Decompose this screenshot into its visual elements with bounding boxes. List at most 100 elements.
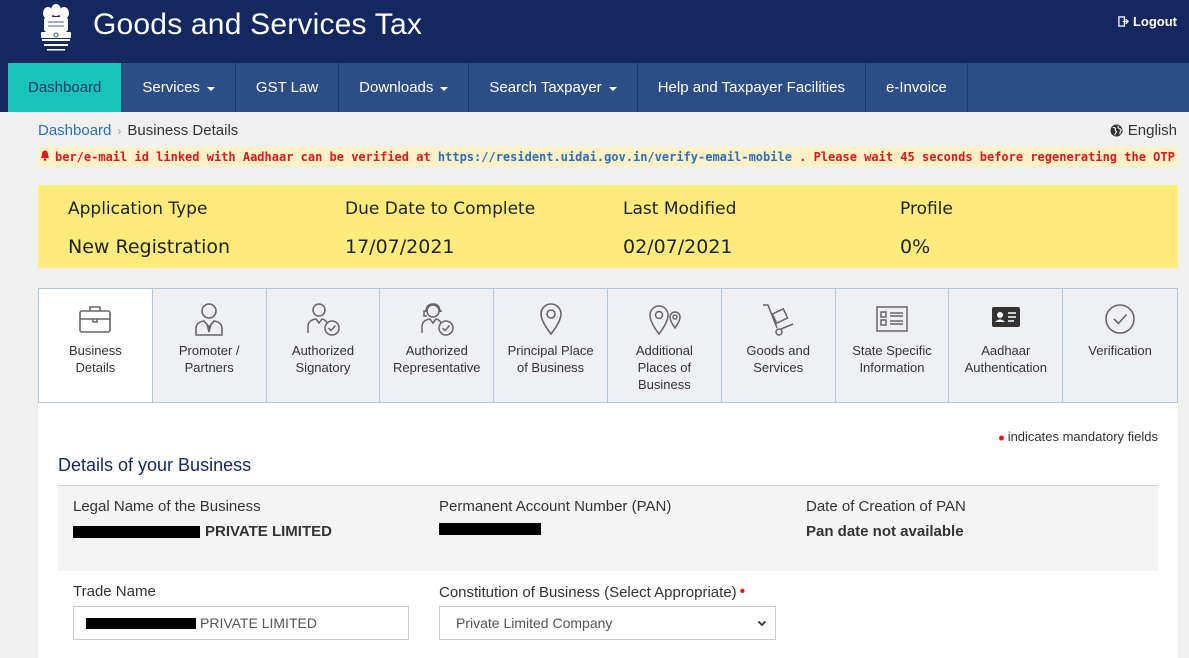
tab-label: Additional Places of Business bbox=[635, 343, 693, 392]
breadcrumb: Dashboard › Business Details bbox=[38, 122, 238, 139]
legal-name-column: Legal Name of the Business PRIVATE LIMIT… bbox=[73, 498, 332, 540]
nav-left-strip bbox=[0, 63, 8, 112]
section-title: Details of your Business bbox=[58, 455, 252, 475]
chevron-down-icon bbox=[757, 620, 767, 627]
logout-button[interactable]: Logout bbox=[1118, 14, 1177, 29]
nav-filler bbox=[967, 63, 1189, 112]
profile-value: 0% bbox=[900, 236, 931, 258]
pan-value bbox=[439, 523, 671, 535]
business-details-panel: • indicates mandatory fields Details of y… bbox=[38, 403, 1178, 658]
constitution-selected-value: Private Limited Company bbox=[456, 615, 613, 631]
tab-goods-services[interactable]: Goods and Services bbox=[722, 289, 836, 402]
bell-icon bbox=[40, 147, 50, 167]
trade-name-input[interactable]: PRIVATE LIMITED bbox=[73, 606, 409, 640]
nav-search-taxpayer-label: Search Taxpayer bbox=[489, 79, 602, 96]
nav-e-invoice-label: e-Invoice bbox=[886, 79, 947, 96]
notice-text-after: . Please wait 45 seconds before regenera… bbox=[791, 150, 1178, 164]
due-date-column: Due Date to Complete 17/07/2021 bbox=[345, 199, 535, 258]
application-type-column: Application Type New Registration bbox=[68, 199, 230, 258]
tab-additional-places[interactable]: Additional Places of Business bbox=[608, 289, 722, 402]
tab-label: Principal Place of Business bbox=[507, 343, 594, 375]
tab-label: Authorized Signatory bbox=[291, 343, 355, 375]
headset-check-icon bbox=[421, 303, 454, 336]
briefcase-icon bbox=[79, 306, 112, 333]
legal-name-suffix: PRIVATE LIMITED bbox=[205, 523, 332, 540]
nav-help-label: Help and Taxpayer Facilities bbox=[657, 79, 846, 96]
nav-downloads-label: Downloads bbox=[359, 79, 434, 96]
nav-downloads[interactable]: Downloads bbox=[339, 63, 470, 112]
nav-services-label: Services bbox=[142, 79, 200, 96]
tab-label: Business Details bbox=[69, 343, 122, 375]
uidai-verify-link[interactable]: https://resident.uidai.gov.in/verify-ema… bbox=[438, 150, 792, 164]
legal-name-label: Legal Name of the Business bbox=[73, 498, 261, 515]
person-icon bbox=[195, 303, 223, 336]
last-modified-value: 02/07/2021 bbox=[623, 236, 733, 258]
breadcrumb-separator: › bbox=[117, 123, 122, 138]
tab-authorized-signatory[interactable]: Authorized Signatory bbox=[267, 289, 381, 402]
required-dot-icon: • bbox=[998, 428, 1005, 448]
nav-gst-law[interactable]: GST Law bbox=[236, 63, 340, 112]
nav-services[interactable]: Services bbox=[122, 63, 236, 112]
tab-state-specific[interactable]: State Specific Information bbox=[836, 289, 950, 402]
trade-name-suffix: PRIVATE LIMITED bbox=[200, 615, 317, 631]
application-type-label: Application Type bbox=[68, 199, 208, 219]
site-header: Goods and Services Tax Logout bbox=[0, 0, 1189, 63]
tab-authorized-representative[interactable]: Authorized Representative bbox=[380, 289, 495, 402]
nav-help-facilities[interactable]: Help and Taxpayer Facilities bbox=[638, 63, 867, 112]
tab-verification[interactable]: Verification bbox=[1063, 289, 1177, 402]
constitution-label-text: Constitution of Business (Select Appropr… bbox=[439, 584, 737, 601]
nav-search-taxpayer[interactable]: Search Taxpayer bbox=[469, 63, 638, 112]
profile-column: Profile 0% bbox=[900, 199, 953, 258]
tab-label: Verification bbox=[1088, 343, 1152, 358]
redacted-text bbox=[439, 523, 541, 535]
caret-down-icon bbox=[608, 86, 617, 91]
hand-truck-icon bbox=[763, 304, 794, 336]
constitution-label: Constitution of Business (Select Appropr… bbox=[439, 583, 745, 601]
national-emblem-icon bbox=[41, 4, 71, 51]
pan-label: Permanent Account Number (PAN) bbox=[439, 498, 672, 515]
last-modified-column: Last Modified 02/07/2021 bbox=[623, 199, 736, 258]
tab-aadhaar-authentication[interactable]: Aadhaar Authentication bbox=[949, 289, 1064, 402]
tab-principal-place[interactable]: Principal Place of Business bbox=[494, 289, 608, 402]
info-card-icon bbox=[876, 306, 908, 332]
pan-date-value: Pan date not available bbox=[806, 523, 964, 540]
tab-label: State Specific Information bbox=[852, 343, 932, 375]
logout-label: Logout bbox=[1132, 14, 1177, 29]
id-card-icon bbox=[991, 307, 1020, 327]
caret-down-icon bbox=[440, 86, 449, 91]
redacted-text bbox=[73, 525, 200, 538]
redacted-text bbox=[86, 617, 196, 629]
main-nav: Dashboard Services GST Law Downloads Sea… bbox=[8, 63, 1189, 112]
nav-e-invoice[interactable]: e-Invoice bbox=[866, 63, 968, 112]
nav-dashboard-label: Dashboard bbox=[28, 79, 102, 96]
check-circle-icon bbox=[1105, 304, 1135, 334]
due-date-value: 17/07/2021 bbox=[345, 236, 455, 258]
pan-date-column: Date of Creation of PAN Pan date not ava… bbox=[806, 498, 966, 540]
tab-promoter-partners[interactable]: Promoter / Partners bbox=[153, 289, 267, 402]
site-title: Goods and Services Tax bbox=[93, 8, 423, 41]
language-selector[interactable]: English bbox=[1110, 122, 1177, 139]
tab-label: Aadhaar Authentication bbox=[964, 343, 1047, 375]
breadcrumb-current: Business Details bbox=[127, 122, 239, 139]
logout-icon bbox=[1118, 16, 1129, 27]
legal-name-value: PRIVATE LIMITED bbox=[73, 523, 332, 540]
tab-business-details[interactable]: Business Details bbox=[39, 289, 153, 402]
pan-info-box: Legal Name of the Business PRIVATE LIMIT… bbox=[58, 486, 1158, 571]
tab-label: Promoter / Partners bbox=[178, 343, 240, 375]
location-pins-icon bbox=[649, 305, 682, 336]
nav-gst-law-label: GST Law bbox=[255, 79, 319, 96]
language-label: English bbox=[1127, 122, 1177, 139]
mandatory-note-text: indicates mandatory fields bbox=[1007, 429, 1158, 444]
location-pin-icon bbox=[539, 303, 562, 336]
person-check-icon bbox=[307, 303, 340, 336]
trade-name-label: Trade Name bbox=[73, 583, 156, 600]
mandatory-note: • indicates mandatory fields bbox=[998, 428, 1158, 449]
pan-date-label: Date of Creation of PAN bbox=[806, 498, 966, 515]
constitution-select[interactable]: Private Limited Company bbox=[439, 606, 776, 640]
tab-label: Goods and Services bbox=[746, 343, 810, 375]
last-modified-label: Last Modified bbox=[623, 199, 737, 219]
breadcrumb-dashboard-link[interactable]: Dashboard bbox=[38, 122, 111, 139]
pan-column: Permanent Account Number (PAN) bbox=[439, 498, 671, 535]
nav-dashboard[interactable]: Dashboard bbox=[8, 63, 123, 112]
notice-ticker: ber/e-mail id linked with Aadhaar can be… bbox=[38, 147, 1178, 167]
